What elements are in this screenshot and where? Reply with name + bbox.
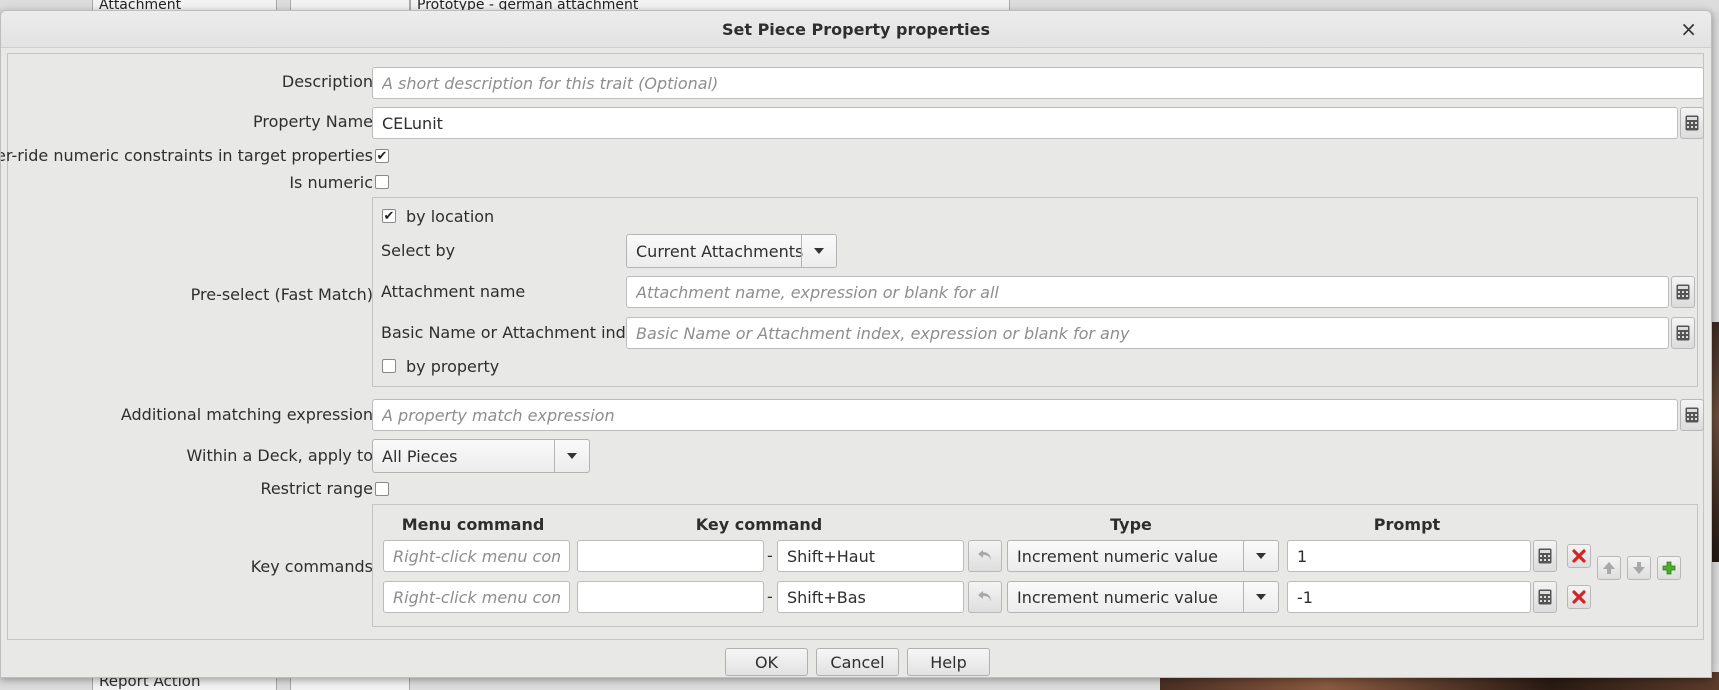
property-name-label: Property Name [253, 112, 373, 131]
key-commands-group: Menu command Key command Type Prompt - I… [372, 504, 1698, 627]
restrict-range-label: Restrict range [260, 479, 373, 498]
dialog-title: Set Piece Property properties [721, 20, 991, 39]
close-icon[interactable]: × [1680, 17, 1697, 41]
description-label: Description [281, 72, 373, 91]
menu-command-input-2[interactable] [383, 581, 570, 613]
move-down-button[interactable] [1627, 556, 1651, 580]
override-constraints-label: Over-ride numeric constraints in target … [0, 146, 373, 165]
additional-matching-calculator-button[interactable] [1680, 399, 1704, 431]
chevron-down-icon [1243, 582, 1278, 612]
menu-command-header: Menu command [401, 515, 545, 534]
is-numeric-label: Is numeric [289, 173, 373, 192]
plus-icon [1662, 561, 1676, 575]
undo-icon [978, 591, 991, 602]
prompt-input-2[interactable] [1287, 581, 1531, 613]
ok-button[interactable]: OK [725, 648, 808, 676]
within-deck-value: All Pieces [382, 447, 458, 466]
key-command-header: Key command [695, 515, 823, 534]
basic-name-label: Basic Name or Attachment index [381, 323, 645, 342]
basic-name-calculator-button[interactable] [1671, 317, 1695, 349]
key-separator-2: - [767, 587, 773, 606]
select-by-dropdown[interactable]: Current Attachments [626, 234, 837, 268]
select-by-value: Current Attachments [636, 242, 804, 261]
property-name-input[interactable] [372, 107, 1678, 139]
delete-row-button-1[interactable] [1567, 544, 1591, 568]
property-name-calculator-button[interactable] [1680, 107, 1704, 139]
undo-key-button-1[interactable] [968, 540, 1002, 572]
type-value-2: Increment numeric value [1017, 588, 1218, 607]
delete-icon [1572, 590, 1586, 604]
prompt-calculator-button-1[interactable] [1533, 540, 1557, 572]
by-property-label: by property [406, 357, 500, 376]
is-numeric-checkbox[interactable] [375, 175, 389, 189]
calculator-icon [1685, 407, 1699, 423]
additional-matching-label: Additional matching expression [120, 405, 373, 424]
key-separator-1: - [767, 546, 773, 565]
key-command-right-input-2[interactable] [777, 581, 964, 613]
basic-name-input[interactable] [626, 317, 1669, 349]
attachment-name-input[interactable] [626, 276, 1669, 308]
restrict-range-checkbox[interactable] [375, 482, 389, 496]
type-dropdown-2[interactable]: Increment numeric value [1007, 581, 1279, 613]
select-by-label: Select by [381, 241, 456, 260]
chevron-down-icon [801, 235, 836, 267]
cancel-button[interactable]: Cancel [816, 648, 899, 676]
key-command-right-input-1[interactable] [777, 540, 964, 572]
description-input[interactable] [372, 67, 1704, 99]
by-location-label: by location [406, 207, 495, 226]
by-location-checkbox[interactable]: ✔ [382, 209, 396, 223]
prompt-calculator-button-2[interactable] [1533, 581, 1557, 613]
preselect-label: Pre-select (Fast Match) [190, 285, 373, 304]
delete-row-button-2[interactable] [1567, 585, 1591, 609]
prompt-header: Prompt [1373, 515, 1441, 534]
key-command-left-input-1[interactable] [577, 540, 764, 572]
check-icon: ✔ [383, 208, 395, 224]
undo-icon [978, 550, 991, 561]
calculator-icon [1676, 325, 1690, 341]
undo-key-button-2[interactable] [968, 581, 1002, 613]
preselect-group: ✔ by location Select by Current Attachme… [372, 197, 1698, 387]
arrow-down-icon [1633, 562, 1645, 574]
additional-matching-input[interactable] [372, 399, 1678, 431]
override-constraints-checkbox[interactable]: ✔ [375, 149, 389, 163]
dialog-titlebar: Set Piece Property properties × [1, 11, 1711, 48]
by-property-checkbox[interactable] [382, 359, 396, 373]
calculator-icon [1538, 589, 1552, 605]
add-row-button[interactable] [1657, 556, 1681, 580]
attachment-name-calculator-button[interactable] [1671, 276, 1695, 308]
calculator-icon [1538, 548, 1552, 564]
type-header: Type [1110, 515, 1152, 534]
key-commands-label: Key commands [250, 557, 373, 576]
move-up-button[interactable] [1597, 556, 1621, 580]
delete-icon [1572, 549, 1586, 563]
check-icon: ✔ [376, 148, 388, 164]
arrow-up-icon [1603, 562, 1615, 574]
chevron-down-icon [1243, 541, 1278, 571]
set-piece-property-dialog: Set Piece Property properties × Descript… [0, 10, 1712, 678]
within-deck-label: Within a Deck, apply to [186, 446, 373, 465]
type-dropdown-1[interactable]: Increment numeric value [1007, 540, 1279, 572]
calculator-icon [1676, 284, 1690, 300]
attachment-name-label: Attachment name [381, 282, 526, 301]
trait-editor-panel: Description Property Name Over-ride nume… [1, 53, 1704, 640]
type-value-1: Increment numeric value [1017, 547, 1218, 566]
menu-command-input-1[interactable] [383, 540, 570, 572]
help-button[interactable]: Help [907, 648, 990, 676]
chevron-down-icon [554, 440, 589, 472]
prompt-input-1[interactable] [1287, 540, 1531, 572]
key-command-left-input-2[interactable] [577, 581, 764, 613]
within-deck-dropdown[interactable]: All Pieces [372, 439, 590, 473]
calculator-icon [1685, 115, 1699, 131]
